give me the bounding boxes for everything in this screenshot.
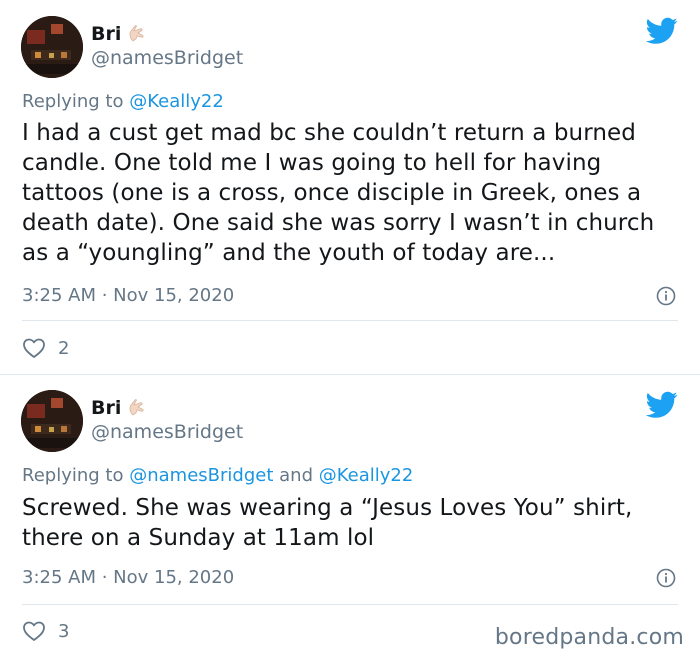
author-handle[interactable]: @namesBridget [91, 421, 243, 443]
watermark: boredpanda.com [494, 625, 684, 650]
author-name[interactable]: Bri [91, 23, 147, 48]
replying-prefix: Replying to [22, 465, 124, 486]
like-count: 3 [58, 620, 70, 642]
tweet-card: Bri @namesBridget Replying to @namesBrid… [0, 375, 700, 659]
tweet-text: I had a cust get mad bc she couldn’t ret… [22, 120, 655, 266]
tweet-card: Bri @namesBridget Replying to @Keally22 … [0, 0, 700, 375]
replying-to-line: Replying to @namesBridget and @Keally22 [22, 465, 413, 486]
twitter-bird-icon[interactable] [646, 391, 678, 419]
like-button[interactable]: 3 [22, 620, 69, 642]
like-count: 2 [58, 337, 70, 359]
tweet-text: Screwed. She was wearing a “Jesus Loves … [22, 495, 633, 551]
reply-mention-link[interactable]: @namesBridget [129, 465, 273, 486]
heart-icon [23, 338, 45, 358]
avatar[interactable] [21, 390, 83, 452]
replying-to-line: Replying to @Keally22 [22, 91, 224, 112]
reply-mention-link[interactable]: @Keally22 [319, 465, 414, 486]
divider [22, 604, 678, 605]
hand-emoji-icon [127, 397, 147, 422]
info-icon[interactable] [656, 286, 676, 306]
info-icon[interactable] [656, 568, 676, 588]
replying-prefix: Replying to [22, 91, 124, 112]
author-name-text: Bri [91, 23, 122, 45]
divider [22, 320, 678, 321]
hand-emoji-icon [127, 23, 147, 48]
author-name-text: Bri [91, 397, 122, 419]
author-handle[interactable]: @namesBridget [91, 47, 243, 69]
avatar[interactable] [21, 16, 83, 78]
reply-mention-link[interactable]: @Keally22 [129, 91, 224, 112]
replying-and: and [279, 465, 313, 486]
twitter-bird-icon[interactable] [646, 17, 678, 45]
like-button[interactable]: 2 [22, 337, 69, 359]
author-name[interactable]: Bri [91, 397, 147, 422]
tweet-timestamp[interactable]: 3:25 AM · Nov 15, 2020 [22, 285, 234, 306]
avatar-image [21, 390, 83, 452]
avatar-image [21, 16, 83, 78]
tweet-timestamp[interactable]: 3:25 AM · Nov 15, 2020 [22, 567, 234, 588]
heart-icon [23, 621, 45, 641]
